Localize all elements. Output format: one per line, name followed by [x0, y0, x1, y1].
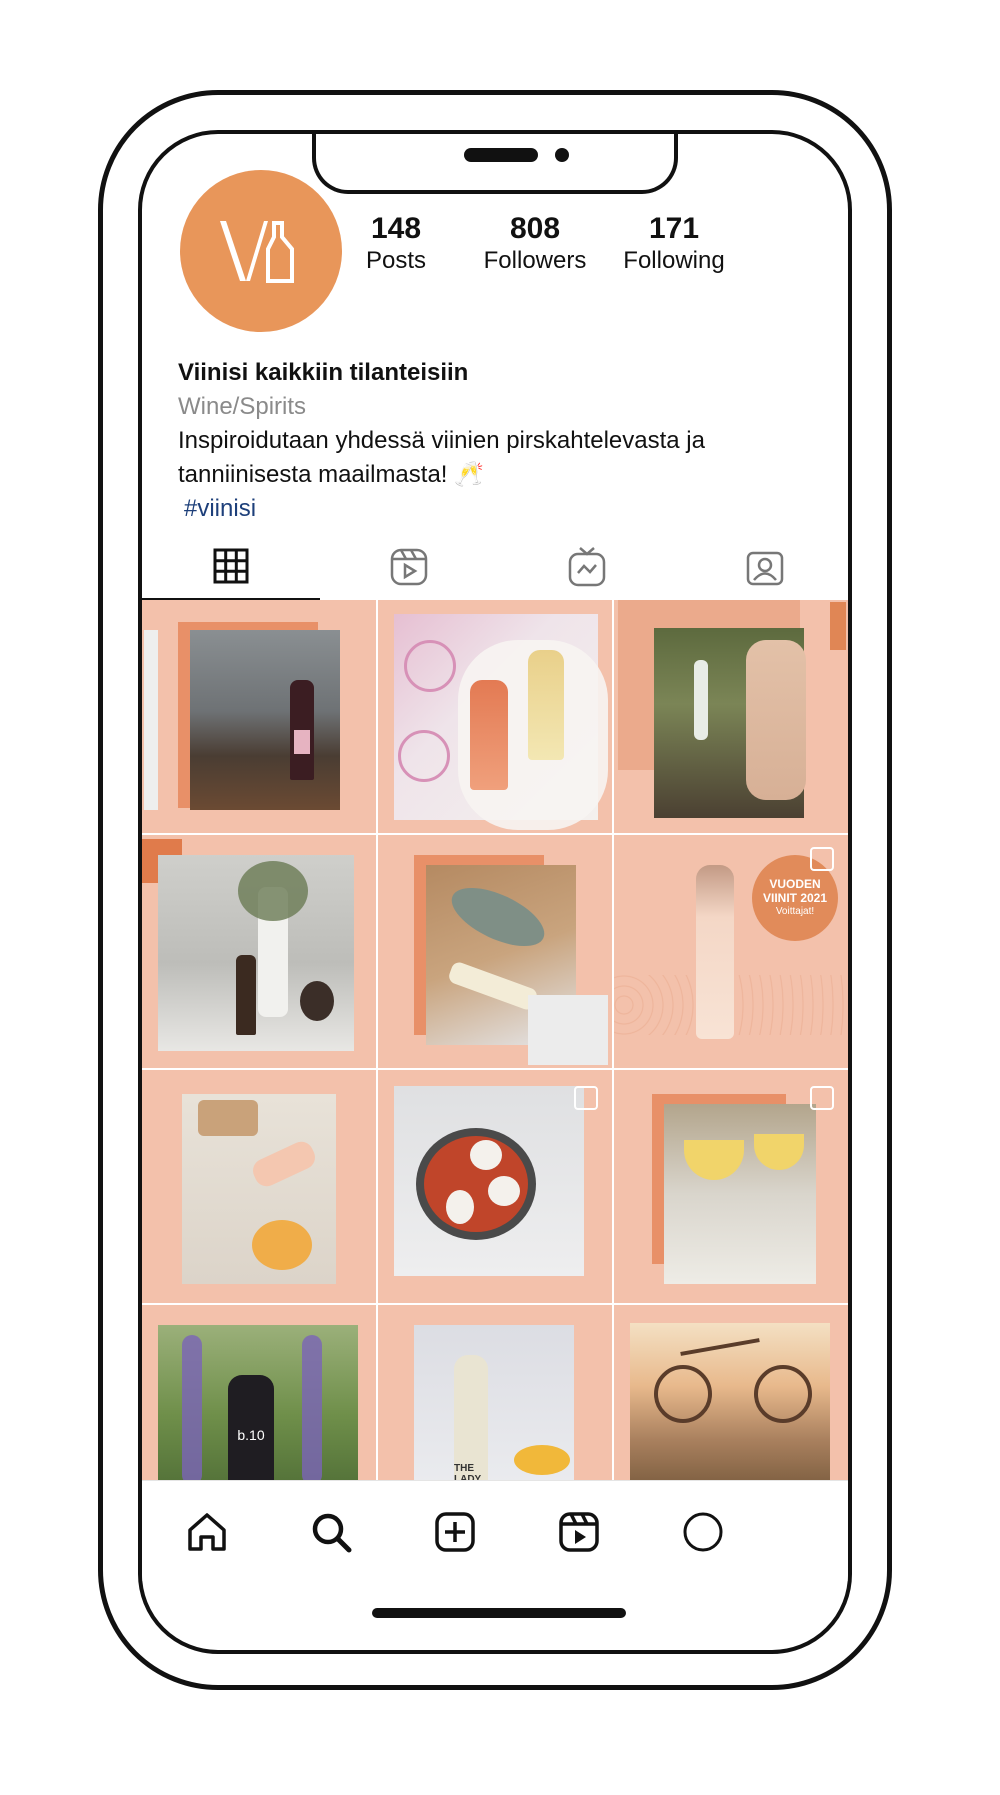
following-label: Following [623, 247, 725, 274]
posts-label: Posts [365, 247, 427, 274]
hashtag-link[interactable]: #viinisi [178, 492, 818, 526]
followers-stat[interactable]: 808 Followers [465, 212, 605, 276]
nav-new-post[interactable] [430, 1507, 480, 1557]
carousel-icon [574, 1086, 598, 1110]
igtv-icon [568, 547, 606, 587]
nav-profile[interactable] [678, 1507, 728, 1557]
carousel-icon [810, 847, 834, 871]
badge-line-2: VIINIT 2021 [762, 891, 828, 905]
vinisi-logo-icon [220, 221, 294, 283]
tab-reels[interactable] [320, 534, 498, 600]
posts-stat[interactable]: 148 Posts [326, 212, 466, 276]
bio-line-1: Inspiroidutaan yhdessä viinien pirskahte… [178, 427, 705, 454]
following-stat[interactable]: 171 Following [604, 212, 744, 276]
post-tile[interactable] [378, 835, 614, 1070]
profile-bio: Viinisi kaikkiin tilanteisiin Wine/Spiri… [178, 356, 818, 526]
followers-label: Followers [483, 247, 587, 274]
profile-tabs [142, 534, 848, 601]
profile-icon [683, 1512, 723, 1552]
bottom-nav [142, 1480, 848, 1581]
post-tile[interactable] [142, 835, 378, 1070]
reels-icon [559, 1512, 599, 1552]
tab-igtv[interactable] [498, 534, 676, 600]
profile-name: Viinisi kaikkiin tilanteisiin [178, 359, 469, 386]
reels-icon [390, 548, 428, 586]
profile-category: Wine/Spirits [178, 393, 307, 420]
following-count: 171 [648, 212, 700, 245]
post-tile[interactable] [614, 1070, 848, 1305]
post-tile[interactable] [614, 1305, 848, 1480]
post-tile[interactable] [378, 1070, 614, 1305]
search-icon [312, 1513, 352, 1553]
nav-search[interactable] [306, 1507, 356, 1557]
nav-reels[interactable] [554, 1507, 604, 1557]
home-icon [188, 1513, 226, 1551]
posts-count: 148 [370, 212, 422, 245]
post-tile[interactable]: THE LADY [378, 1305, 614, 1480]
bottle-label: b.10 [237, 1427, 265, 1443]
tab-tagged[interactable] [676, 534, 848, 600]
nav-home[interactable] [182, 1507, 232, 1557]
post-tile[interactable] [378, 600, 614, 835]
grid-icon [213, 548, 249, 584]
carousel-icon [810, 1086, 834, 1110]
tagged-icon [746, 551, 784, 586]
bio-line-2: tanniinisesta maailmasta! 🥂 [178, 461, 485, 488]
followers-count: 808 [509, 212, 561, 245]
badge-line-1: VUODEN [769, 877, 821, 891]
post-tile[interactable] [142, 1070, 378, 1305]
post-tile[interactable]: VUODEN VIINIT 2021 Voittajat! [614, 835, 848, 1070]
badge-line-3: Voittajat! [775, 906, 815, 917]
avatar[interactable] [180, 170, 342, 332]
post-tile[interactable] [142, 600, 378, 835]
speaker [464, 148, 538, 162]
notch [312, 134, 678, 194]
post-tile[interactable]: b.10 [142, 1305, 378, 1480]
new-post-icon [435, 1512, 475, 1552]
post-grid: VUODEN VIINIT 2021 Voittajat! b.10 THE L… [142, 600, 848, 1480]
home-indicator[interactable] [372, 1608, 626, 1618]
camera [555, 148, 569, 162]
bottle-label: THE LADY [454, 1463, 482, 1480]
tab-grid[interactable] [142, 534, 320, 600]
phone-screen: 148 Posts 808 Followers 171 Following Vi… [138, 130, 852, 1654]
post-tile[interactable] [614, 600, 848, 835]
